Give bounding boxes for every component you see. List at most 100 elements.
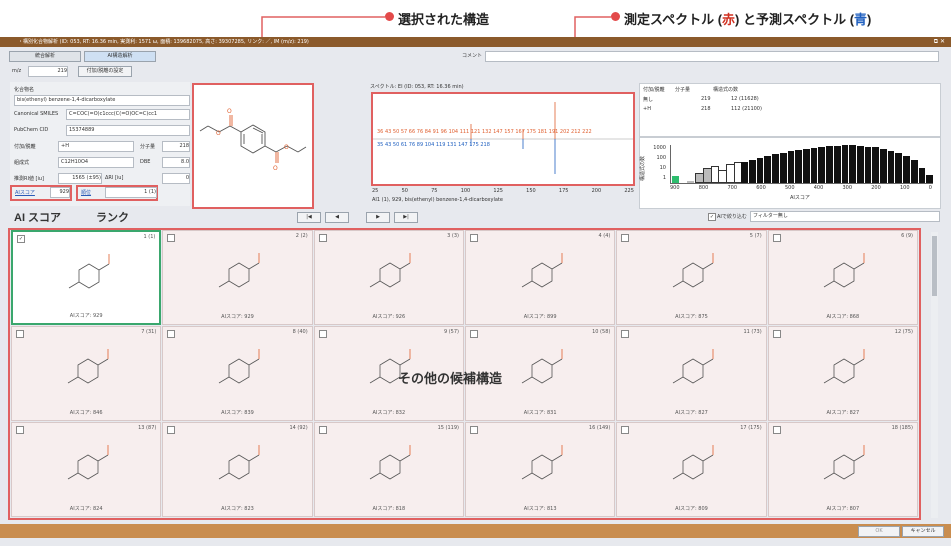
candidate-card[interactable]: 4 (4) AIスコア: 899 (465, 230, 616, 325)
mz-input[interactable]: 219 (28, 66, 68, 77)
ai-score-label[interactable]: AIスコア (15, 189, 35, 196)
tab-integrated[interactable]: 統合解析 (9, 51, 81, 62)
candidate-rank: 5 (7) (749, 233, 762, 239)
candidate-checkbox[interactable] (167, 426, 176, 434)
xtick: 225 (624, 188, 634, 194)
last-page-button[interactable]: ▶| (394, 212, 418, 223)
spectrum-footer: AI1 (1), 929, bis(ethenyl) benzene-1,4-d… (372, 197, 503, 203)
histogram-bar (749, 160, 756, 183)
candidate-structure-image (68, 254, 110, 289)
histogram-bar (841, 145, 849, 183)
adduct-settings-button[interactable]: 付加/脱離の設定 (78, 66, 132, 77)
candidate-card[interactable]: 13 (87) AIスコア: 824 (11, 422, 162, 517)
candidate-checkbox[interactable]: ✓ (17, 235, 25, 243)
histogram-bar (910, 160, 918, 183)
candidate-structure-image (672, 349, 714, 384)
candidate-checkbox[interactable] (470, 234, 478, 242)
candidate-card[interactable]: 5 (7) AIスコア: 875 (616, 230, 767, 325)
candidate-card[interactable]: 14 (92) AIスコア: 823 (162, 422, 313, 517)
candidate-checkbox[interactable] (167, 330, 176, 338)
table-row[interactable]: 無し 219 12 (11628) (643, 96, 933, 103)
smiles-field[interactable]: C=COC(=O)c1ccc(C(=O)OC=C)cc1 (66, 109, 190, 120)
candidate-checkbox[interactable] (318, 330, 327, 338)
candidate-checkbox[interactable] (621, 426, 630, 434)
ai-filter-checkbox[interactable]: ✓ (708, 213, 716, 221)
candidate-checkbox[interactable] (16, 426, 24, 434)
candidate-card[interactable]: 12 (75) AIスコア: 827 (767, 326, 918, 421)
comment-input[interactable] (485, 51, 939, 62)
ri-field[interactable]: 1565 (±95) (58, 173, 102, 184)
xtick: 75 (431, 188, 438, 194)
tab-ai-structure[interactable]: AI構造解析 (84, 51, 156, 62)
xtick: 150 (526, 188, 536, 194)
candidate-checkbox[interactable] (470, 426, 478, 434)
candidate-card[interactable]: 6 (9) AIスコア: 868 (767, 230, 918, 325)
xtick: 50 (401, 188, 408, 194)
candidate-rank: 17 (175) (740, 425, 762, 431)
candidate-checkbox[interactable] (318, 426, 327, 434)
candidate-ai-score: AIスコア: 807 (826, 506, 860, 512)
compound-name-field[interactable]: bis(ethenyl) benzene-1,4-dicarboxylate (14, 95, 190, 106)
candidate-card[interactable]: 3 (3) AIスコア: 926 (313, 230, 464, 325)
candidate-checkbox[interactable] (772, 426, 781, 434)
candidate-structure-image (218, 349, 260, 384)
filter-select[interactable]: フィルター無し (750, 211, 940, 222)
candidate-ai-score: AIスコア: 868 (826, 314, 860, 320)
candidate-checkbox[interactable] (16, 330, 24, 338)
candidate-ai-score: AIスコア: 846 (69, 410, 103, 416)
candidate-checkbox[interactable] (167, 234, 176, 242)
histogram-bar (887, 150, 895, 183)
pubchem-cid-field[interactable]: 15374889 (66, 125, 190, 136)
candidate-card[interactable]: 2 (2) AIスコア: 929 (162, 230, 313, 325)
mw-field[interactable]: 218 (162, 141, 190, 152)
candidate-checkbox[interactable] (772, 234, 781, 242)
candidate-card[interactable]: 11 (73) AIスコア: 827 (616, 326, 767, 421)
candidate-checkbox[interactable] (318, 234, 327, 242)
candidate-ai-score: AIスコア: 827 (675, 410, 708, 416)
prev-page-button[interactable]: ◀ (325, 212, 349, 223)
candidate-checkbox[interactable] (621, 330, 630, 338)
dri-field[interactable]: 0 (162, 173, 190, 184)
annotation-other-candidates: その他の候補構造 (398, 371, 503, 386)
candidate-card[interactable]: ✓ 1 (1) AIスコア: 929 (11, 230, 162, 325)
candidate-checkbox[interactable] (470, 330, 478, 338)
adduct-field[interactable]: +H (58, 141, 134, 152)
formula-field[interactable]: C12H10O4 (58, 157, 134, 168)
histogram-bar (833, 145, 841, 183)
svg-text:O: O (273, 165, 278, 172)
spectrum-red-labels: 36 43 50 57 66 76 84 91 96 104 111 121 1… (377, 129, 592, 135)
cancel-button[interactable]: キャンセル (902, 526, 944, 537)
candidate-card[interactable]: 15 (119) AIスコア: 818 (313, 422, 464, 517)
xtick: 200 (591, 188, 602, 194)
table-row[interactable]: +H 218 112 (21100) (643, 106, 933, 112)
candidate-structure-image (824, 253, 865, 288)
histogram-bar (779, 152, 787, 183)
next-page-button[interactable]: ▶ (366, 212, 390, 223)
candidate-card[interactable]: 17 (175) AIスコア: 809 (616, 422, 767, 517)
candidate-ai-score: AIスコア: 809 (675, 506, 708, 512)
histogram-bar (672, 176, 679, 183)
candidate-card[interactable]: 16 (149) AIスコア: 813 (465, 422, 616, 517)
histogram-bar (864, 146, 872, 183)
window-title: ・構別化合物解析 (ID: 053, RT: 16.36 min, 実測利: 1… (18, 39, 309, 45)
candidate-checkbox[interactable] (621, 234, 630, 242)
histogram-bar (849, 145, 856, 183)
candidate-card[interactable]: 8 (40) AIスコア: 839 (162, 326, 313, 421)
candidate-card[interactable]: 7 (31) AIスコア: 846 (11, 326, 162, 421)
candidate-checkbox[interactable] (772, 330, 781, 338)
ok-button[interactable]: OK (858, 526, 900, 537)
grid-scrollbar[interactable] (931, 232, 938, 518)
xtick: 100 (460, 188, 471, 194)
histogram-ylabel: 構造式の数 (640, 155, 647, 182)
window-controls[interactable]: ⧉ ✕ (934, 37, 945, 47)
candidate-structure-image (521, 253, 563, 288)
histogram-bar (818, 146, 826, 183)
candidate-card[interactable]: 18 (185) AIスコア: 807 (767, 422, 918, 517)
formula-label: 組成式 (14, 160, 30, 166)
selected-structure-panel: O O O O (192, 83, 314, 209)
first-page-button[interactable]: |◀ (297, 212, 321, 223)
candidate-rank: 10 (58) (592, 329, 611, 335)
rank-label[interactable]: 順位 (81, 189, 91, 196)
dbe-field[interactable]: 8.0 (162, 157, 190, 168)
candidate-structure-image (521, 349, 563, 384)
